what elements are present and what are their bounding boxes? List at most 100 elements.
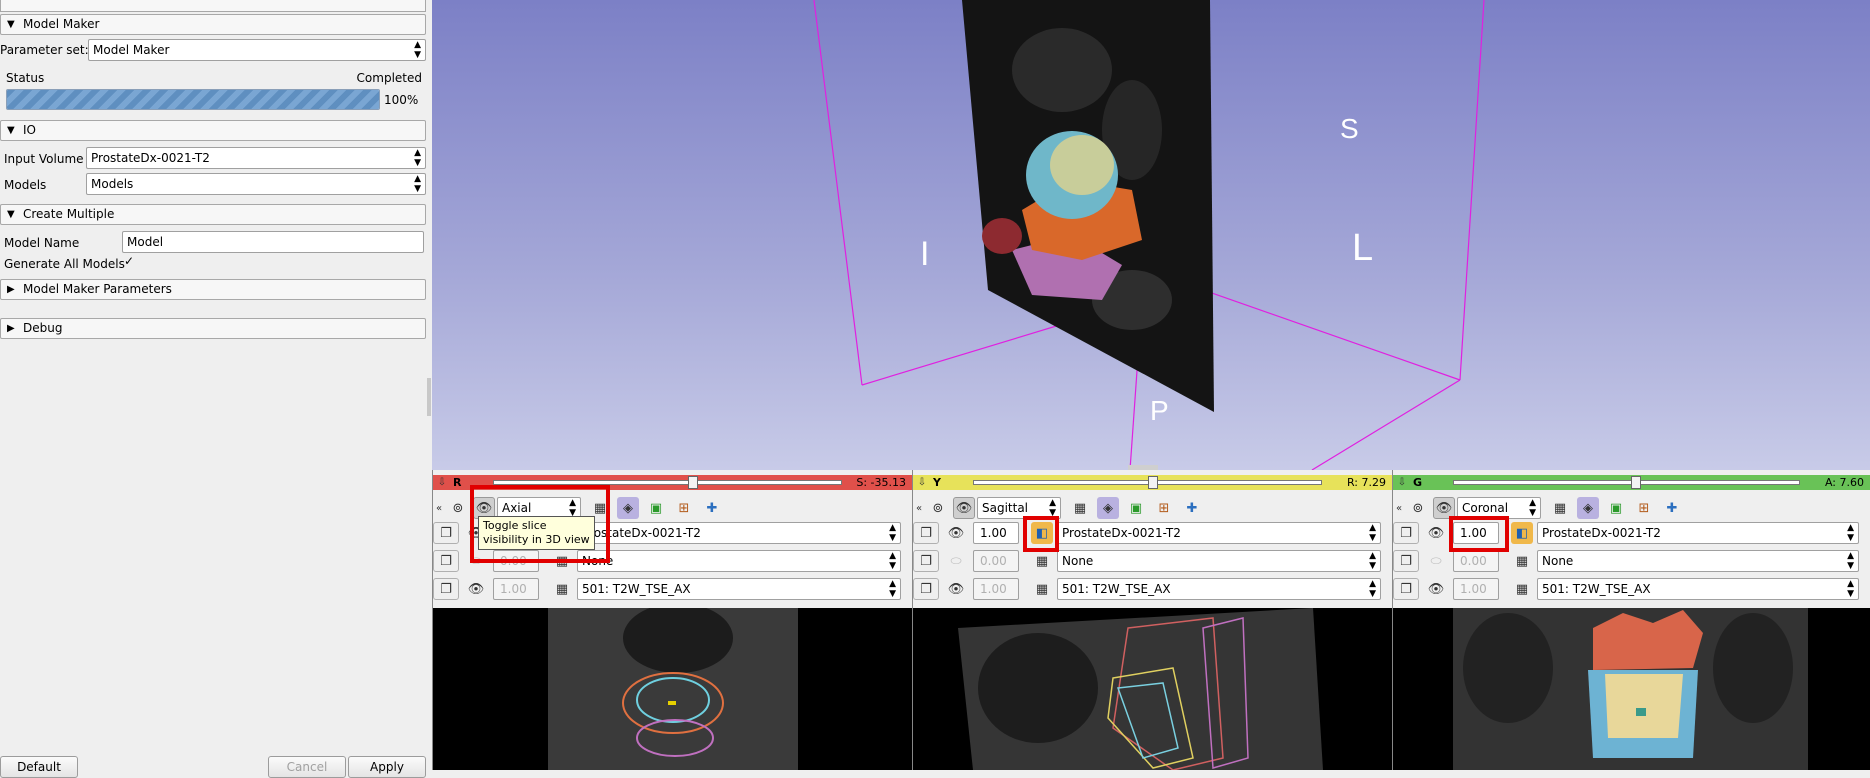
- grid-icon[interactable]: ▦: [1031, 578, 1053, 600]
- collapse-icon[interactable]: «: [913, 497, 925, 519]
- bg-opacity-spinbox[interactable]: 1.00: [1453, 578, 1499, 600]
- eye-icon[interactable]: 👁: [945, 578, 967, 600]
- eye-icon[interactable]: 👁: [953, 497, 975, 519]
- eye-icon[interactable]: 👁: [1425, 578, 1447, 600]
- label-icon[interactable]: ◈: [1097, 497, 1119, 519]
- bbox-edge: [1311, 379, 1461, 470]
- fg-opacity-spinbox[interactable]: 1.00: [973, 522, 1019, 544]
- slice-image[interactable]: [433, 608, 912, 770]
- outline-icon[interactable]: ⬭: [945, 550, 967, 572]
- collapse-icon[interactable]: «: [433, 497, 445, 519]
- layer-fg-icon[interactable]: ❐: [913, 522, 939, 544]
- grid-icon[interactable]: ▦: [1031, 550, 1053, 572]
- create-multiple-title: Create Multiple: [23, 207, 115, 221]
- label-icon[interactable]: ◈: [617, 497, 639, 519]
- crosshair-icon[interactable]: ✚: [1661, 497, 1683, 519]
- label-icon[interactable]: ◈: [1577, 497, 1599, 519]
- 3d-view[interactable]: S I L P: [432, 0, 1870, 470]
- label-volume-combo[interactable]: None ▲ ▼: [577, 550, 901, 572]
- expand-arrow-icon: ▶: [7, 323, 15, 334]
- layer-fg-icon[interactable]: ❐: [433, 522, 459, 544]
- pin-icon[interactable]: ⇩: [915, 475, 929, 489]
- slice-image[interactable]: [913, 608, 1392, 770]
- slice-slider-handle[interactable]: [688, 476, 698, 489]
- outline-icon[interactable]: ⬭: [1425, 550, 1447, 572]
- combo-arrows-icon: ▲ ▼: [1529, 498, 1536, 518]
- fg-volume-combo[interactable]: ProstateDx-0021-T2 ▲ ▼: [577, 522, 901, 544]
- model-name-input[interactable]: Model: [122, 231, 424, 253]
- layers-icon[interactable]: ▣: [645, 497, 667, 519]
- reformat-icon[interactable]: ⊞: [673, 497, 695, 519]
- eye-icon[interactable]: 👁: [465, 578, 487, 600]
- eye-icon[interactable]: 👁: [1425, 522, 1447, 544]
- debug-section[interactable]: ▶ Debug: [0, 318, 426, 339]
- highlight-box: [470, 485, 610, 563]
- grid-icon[interactable]: ▦: [1549, 497, 1571, 519]
- bg-opacity-spinbox[interactable]: 1.00: [493, 578, 539, 600]
- volume-icon[interactable]: ◧: [1511, 522, 1533, 544]
- pin-icon[interactable]: ⇩: [435, 475, 449, 489]
- bg-opacity-value: 1.00: [500, 582, 527, 596]
- link-icon[interactable]: ⊚: [447, 497, 469, 519]
- label-opacity-spinbox[interactable]: 0.00: [973, 550, 1019, 572]
- slice-view-2[interactable]: ⇩ G A: 7.60 « ⊚ 👁 Coronal ▲ ▼ ▦ ◈ ▣ ⊞ ✚ ❐…: [1392, 470, 1870, 770]
- pin-icon[interactable]: ⇩: [1395, 475, 1409, 489]
- model-maker-parameters-section[interactable]: ▶ Model Maker Parameters: [0, 279, 426, 300]
- models-label: Models: [4, 178, 47, 192]
- layer-bg-icon[interactable]: ❐: [913, 578, 939, 600]
- layer-bg-icon[interactable]: ❐: [433, 578, 459, 600]
- collapse-arrow-icon: ▼: [7, 19, 15, 30]
- parameter-set-combo[interactable]: Model Maker ▲ ▼: [88, 39, 426, 61]
- collapse-arrow-icon: ▼: [7, 209, 15, 220]
- bg-volume-combo[interactable]: 501: T2W_TSE_AX ▲ ▼: [1537, 578, 1859, 600]
- splitter-handle[interactable]: [427, 378, 431, 416]
- layer-fg-icon[interactable]: ❐: [1393, 522, 1419, 544]
- label-opacity-spinbox[interactable]: 0.00: [1453, 550, 1499, 572]
- io-section[interactable]: ▼ IO: [0, 120, 426, 141]
- models-combo[interactable]: Models ▲ ▼: [86, 173, 426, 195]
- fg-volume-combo[interactable]: ProstateDx-0021-T2 ▲ ▼: [1537, 522, 1859, 544]
- layer-label-icon[interactable]: ❐: [1393, 550, 1419, 572]
- bg-volume-combo[interactable]: 501: T2W_TSE_AX ▲ ▼: [577, 578, 901, 600]
- apply-button[interactable]: Apply: [348, 756, 426, 778]
- label-volume-combo[interactable]: None ▲ ▼: [1057, 550, 1381, 572]
- slice-slider-handle[interactable]: [1148, 476, 1158, 489]
- slice-image[interactable]: [1393, 608, 1870, 770]
- input-volume-combo[interactable]: ProstateDx-0021-T2 ▲ ▼: [86, 147, 426, 169]
- label-volume-combo[interactable]: None ▲ ▼: [1537, 550, 1859, 572]
- bg-volume-combo[interactable]: 501: T2W_TSE_AX ▲ ▼: [1057, 578, 1381, 600]
- debug-title: Debug: [23, 321, 63, 335]
- crosshair-icon[interactable]: ✚: [701, 497, 723, 519]
- layer-bg-icon[interactable]: ❐: [1393, 578, 1419, 600]
- slice-slider-handle[interactable]: [1631, 476, 1641, 489]
- reformat-icon[interactable]: ⊞: [1633, 497, 1655, 519]
- layer-label-icon[interactable]: ❐: [433, 550, 459, 572]
- generate-all-checkbox[interactable]: ✓: [124, 255, 136, 267]
- collapse-icon[interactable]: «: [1393, 497, 1405, 519]
- model-maker-section[interactable]: ▼ Model Maker: [0, 14, 426, 35]
- cancel-button[interactable]: Cancel: [268, 756, 346, 778]
- grid-icon[interactable]: ▦: [1069, 497, 1091, 519]
- layers-icon[interactable]: ▣: [1605, 497, 1627, 519]
- orientation-label-i: I: [920, 235, 929, 273]
- crosshair-icon[interactable]: ✚: [1181, 497, 1203, 519]
- reformat-icon[interactable]: ⊞: [1153, 497, 1175, 519]
- module-panel: ▼ Model Maker Parameter set: Model Maker…: [0, 0, 432, 778]
- link-icon[interactable]: ⊚: [1407, 497, 1429, 519]
- combo-arrows-icon: ▲ ▼: [414, 40, 421, 60]
- layers-icon[interactable]: ▣: [1125, 497, 1147, 519]
- grid-icon[interactable]: ▦: [1511, 578, 1533, 600]
- grid-icon[interactable]: ▦: [551, 578, 573, 600]
- slice-view-1[interactable]: ⇩ Y R: 7.29 « ⊚ 👁 Sagittal ▲ ▼ ▦ ◈ ▣ ⊞ ✚ …: [912, 470, 1392, 770]
- segment-yellow: [1050, 135, 1114, 195]
- default-button[interactable]: Default: [0, 756, 78, 778]
- create-multiple-section[interactable]: ▼ Create Multiple: [0, 204, 426, 225]
- orientation-value: Sagittal: [982, 501, 1029, 515]
- bg-opacity-spinbox[interactable]: 1.00: [973, 578, 1019, 600]
- slice-slider-track[interactable]: [1453, 480, 1800, 485]
- grid-icon[interactable]: ▦: [1511, 550, 1533, 572]
- eye-icon[interactable]: 👁: [945, 522, 967, 544]
- link-icon[interactable]: ⊚: [927, 497, 949, 519]
- layer-label-icon[interactable]: ❐: [913, 550, 939, 572]
- fg-volume-combo[interactable]: ProstateDx-0021-T2 ▲ ▼: [1057, 522, 1381, 544]
